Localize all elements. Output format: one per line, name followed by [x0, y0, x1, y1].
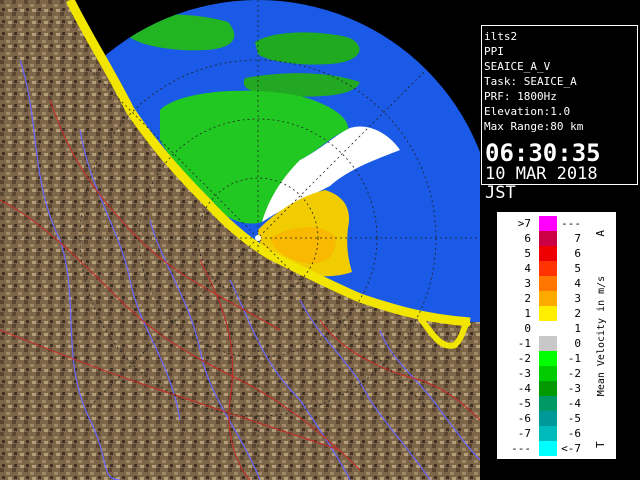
legend-color-swatch [539, 261, 557, 276]
legend-lower-value: 5 [524, 247, 531, 260]
legend-color-swatch [539, 276, 557, 291]
legend-lower-value: 1 [524, 307, 531, 320]
max-range-value: Max Range:80 km [484, 120, 584, 133]
legend-color-swatch [539, 321, 557, 336]
legend-color-swatch [539, 216, 557, 231]
legend-upper-value: 6 [574, 247, 581, 260]
velocity-legend: >7 --- 6 7 5 6 4 5 3 4 2 3 1 2 0 1 -1 0 -2 -1 -3 -2 -4 -3 -5 -4 -6… [496, 211, 617, 460]
legend-color-swatch [539, 426, 557, 441]
legend-color-swatch [539, 336, 557, 351]
legend-lower-value: --- [511, 442, 531, 455]
legend-lower-value: -4 [517, 382, 531, 395]
legend-lower-value: -6 [517, 412, 531, 425]
legend-color-swatch [539, 366, 557, 381]
legend-bottom-marker: T [595, 441, 607, 448]
product-name: SEAICE_A_V [484, 60, 551, 73]
legend-upper-value: -6 [567, 427, 581, 440]
legend-color-swatch [539, 306, 557, 321]
legend-color-swatch [539, 291, 557, 306]
legend-upper-value: -2 [567, 367, 581, 380]
legend-upper-value: --- [561, 217, 581, 230]
legend-title: Mean Velocity in m/s [596, 276, 607, 396]
legend-upper-value: 2 [574, 307, 581, 320]
legend-lower-value: -7 [517, 427, 531, 440]
legend-upper-value: -3 [567, 382, 581, 395]
radar-site-marker [255, 235, 261, 241]
legend-upper-value: 4 [574, 277, 581, 290]
legend-upper-value: 3 [574, 292, 581, 305]
legend-lower-value: 4 [524, 262, 531, 275]
elevation-value: Elevation:1.0 [484, 105, 571, 118]
radar-image [0, 0, 480, 480]
legend-upper-value: 5 [574, 262, 581, 275]
legend-upper-value: -5 [567, 412, 581, 425]
task-name: Task: SEAICE_A [484, 75, 577, 88]
legend-upper-value: 7 [574, 232, 581, 245]
scan-mode: PPI [484, 45, 504, 58]
legend-color-swatch [539, 351, 557, 366]
legend-lower-value: -2 [517, 352, 531, 365]
legend-upper-value: <-7 [561, 442, 581, 455]
legend-color-swatch [539, 231, 557, 246]
legend-lower-value: -5 [517, 397, 531, 410]
info-panel: ilts2 PPI SEAICE_A_V Task: SEAICE_A PRF:… [481, 25, 638, 203]
legend-lower-value: -3 [517, 367, 531, 380]
legend-upper-value: 1 [574, 322, 581, 335]
legend-color-swatch [539, 441, 557, 456]
legend-upper-value: 0 [574, 337, 581, 350]
legend-upper-value: -1 [567, 352, 581, 365]
legend-upper-value: -4 [567, 397, 581, 410]
legend-color-swatch [539, 246, 557, 261]
legend-lower-value: 6 [524, 232, 531, 245]
legend-lower-value: 2 [524, 292, 531, 305]
legend-lower-value: 3 [524, 277, 531, 290]
site-name: ilts2 [484, 30, 518, 43]
prf-value: PRF: 1800Hz [484, 90, 557, 103]
legend-lower-value: 0 [524, 322, 531, 335]
scan-time: 06:30:35 [485, 139, 601, 167]
legend-color-swatch [539, 381, 557, 396]
scan-date: 10 MAR 2018 JST [485, 164, 598, 203]
radar-ppi-map[interactable] [0, 0, 480, 480]
legend-title-vertical: A Mean Velocity in m/s T [595, 230, 607, 448]
legend-lower-value: -1 [517, 337, 531, 350]
legend-lower-value: >7 [517, 217, 531, 230]
legend-color-swatch [539, 396, 557, 411]
legend-color-swatch [539, 411, 557, 426]
legend-top-marker: A [595, 230, 607, 237]
